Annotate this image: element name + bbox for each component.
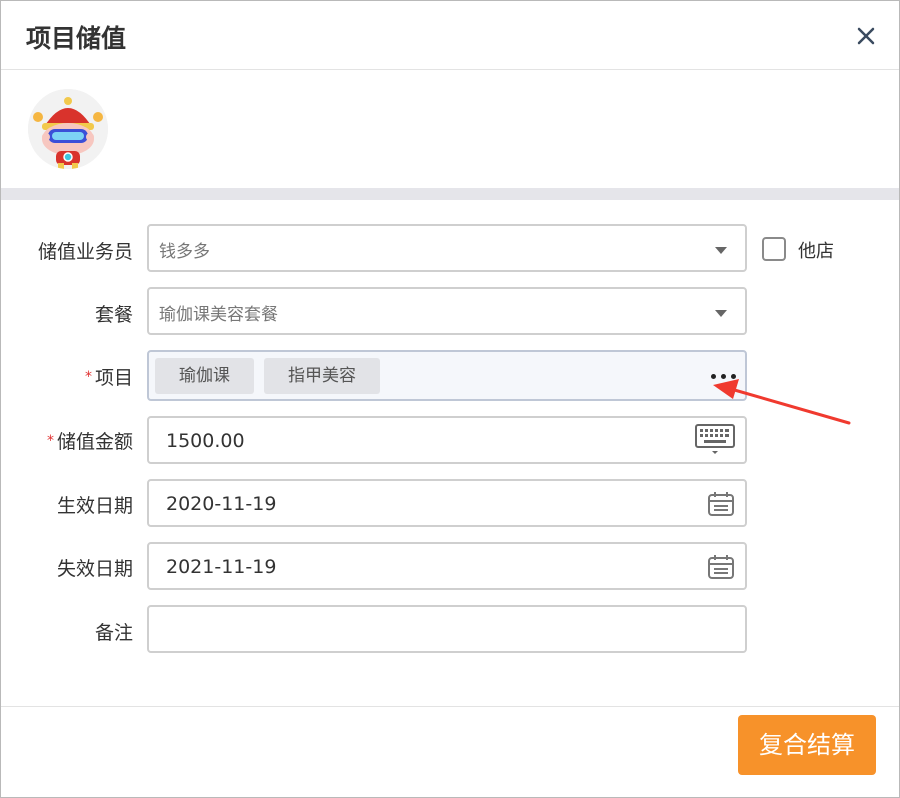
expiry-date-label: 失效日期 <box>56 558 133 580</box>
expiry-date-input[interactable]: 2021-11-19 <box>147 542 747 590</box>
project-topup-dialog: 项目储值 储值业务员 钱多多 他店 套餐 瑜伽课美容套餐 * 项目 瑜伽课 指甲… <box>0 0 900 798</box>
mascot-avatar-icon <box>28 89 108 169</box>
effective-date-label: 生效日期 <box>56 495 133 517</box>
amount-label-text: 储值金额 <box>56 431 133 453</box>
section-divider <box>1 188 899 200</box>
composite-settle-button[interactable]: 复合结算 <box>738 715 876 775</box>
amount-input[interactable]: 1500.00 <box>147 416 747 464</box>
project-label: * 项目 <box>85 363 133 390</box>
package-label: 套餐 <box>94 304 133 326</box>
dialog-title: 项目储值 <box>26 24 127 53</box>
footer-divider <box>1 706 899 707</box>
salesperson-value: 钱多多 <box>159 242 210 262</box>
chevron-down-icon <box>715 310 727 317</box>
other-store-label: 他店 <box>798 241 834 262</box>
salesperson-label: 储值业务员 <box>37 241 133 263</box>
chevron-down-icon <box>715 247 727 254</box>
remark-label: 备注 <box>94 622 133 644</box>
package-value: 瑜伽课美容套餐 <box>159 305 278 325</box>
project-tag[interactable]: 指甲美容 <box>264 358 380 394</box>
other-store-checkbox[interactable] <box>762 237 786 261</box>
amount-value: 1500.00 <box>166 430 245 452</box>
required-mark: * <box>46 433 54 449</box>
calendar-icon[interactable] <box>707 491 735 517</box>
required-mark: * <box>84 369 92 385</box>
dialog-header: 项目储值 <box>1 1 899 70</box>
avatar <box>28 89 108 169</box>
effective-date-input[interactable]: 2020-11-19 <box>147 479 747 527</box>
close-icon[interactable] <box>851 21 881 51</box>
expiry-date-value: 2021-11-19 <box>166 556 277 578</box>
project-label-text: 项目 <box>94 367 133 389</box>
project-tag[interactable]: 瑜伽课 <box>155 358 254 394</box>
calendar-icon[interactable] <box>707 554 735 580</box>
annotation-arrow-icon <box>713 379 851 425</box>
salesperson-select[interactable]: 钱多多 <box>147 224 747 272</box>
project-multiselect[interactable]: 瑜伽课 指甲美容 <box>147 350 747 401</box>
amount-label: * 储值金额 <box>47 427 133 454</box>
package-select[interactable]: 瑜伽课美容套餐 <box>147 287 747 335</box>
effective-date-value: 2020-11-19 <box>166 493 277 515</box>
remark-input[interactable] <box>147 605 747 653</box>
